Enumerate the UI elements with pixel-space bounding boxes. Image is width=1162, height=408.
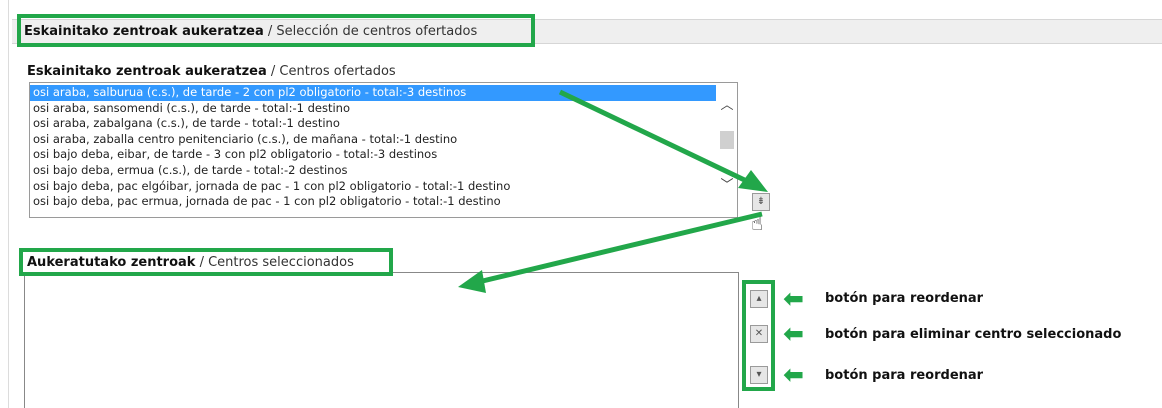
arrow-to-add-button	[558, 89, 757, 188]
flow-arrows	[458, 89, 768, 293]
arrow-to-selected-list	[469, 211, 763, 287]
arrow-head-selected	[458, 270, 486, 293]
